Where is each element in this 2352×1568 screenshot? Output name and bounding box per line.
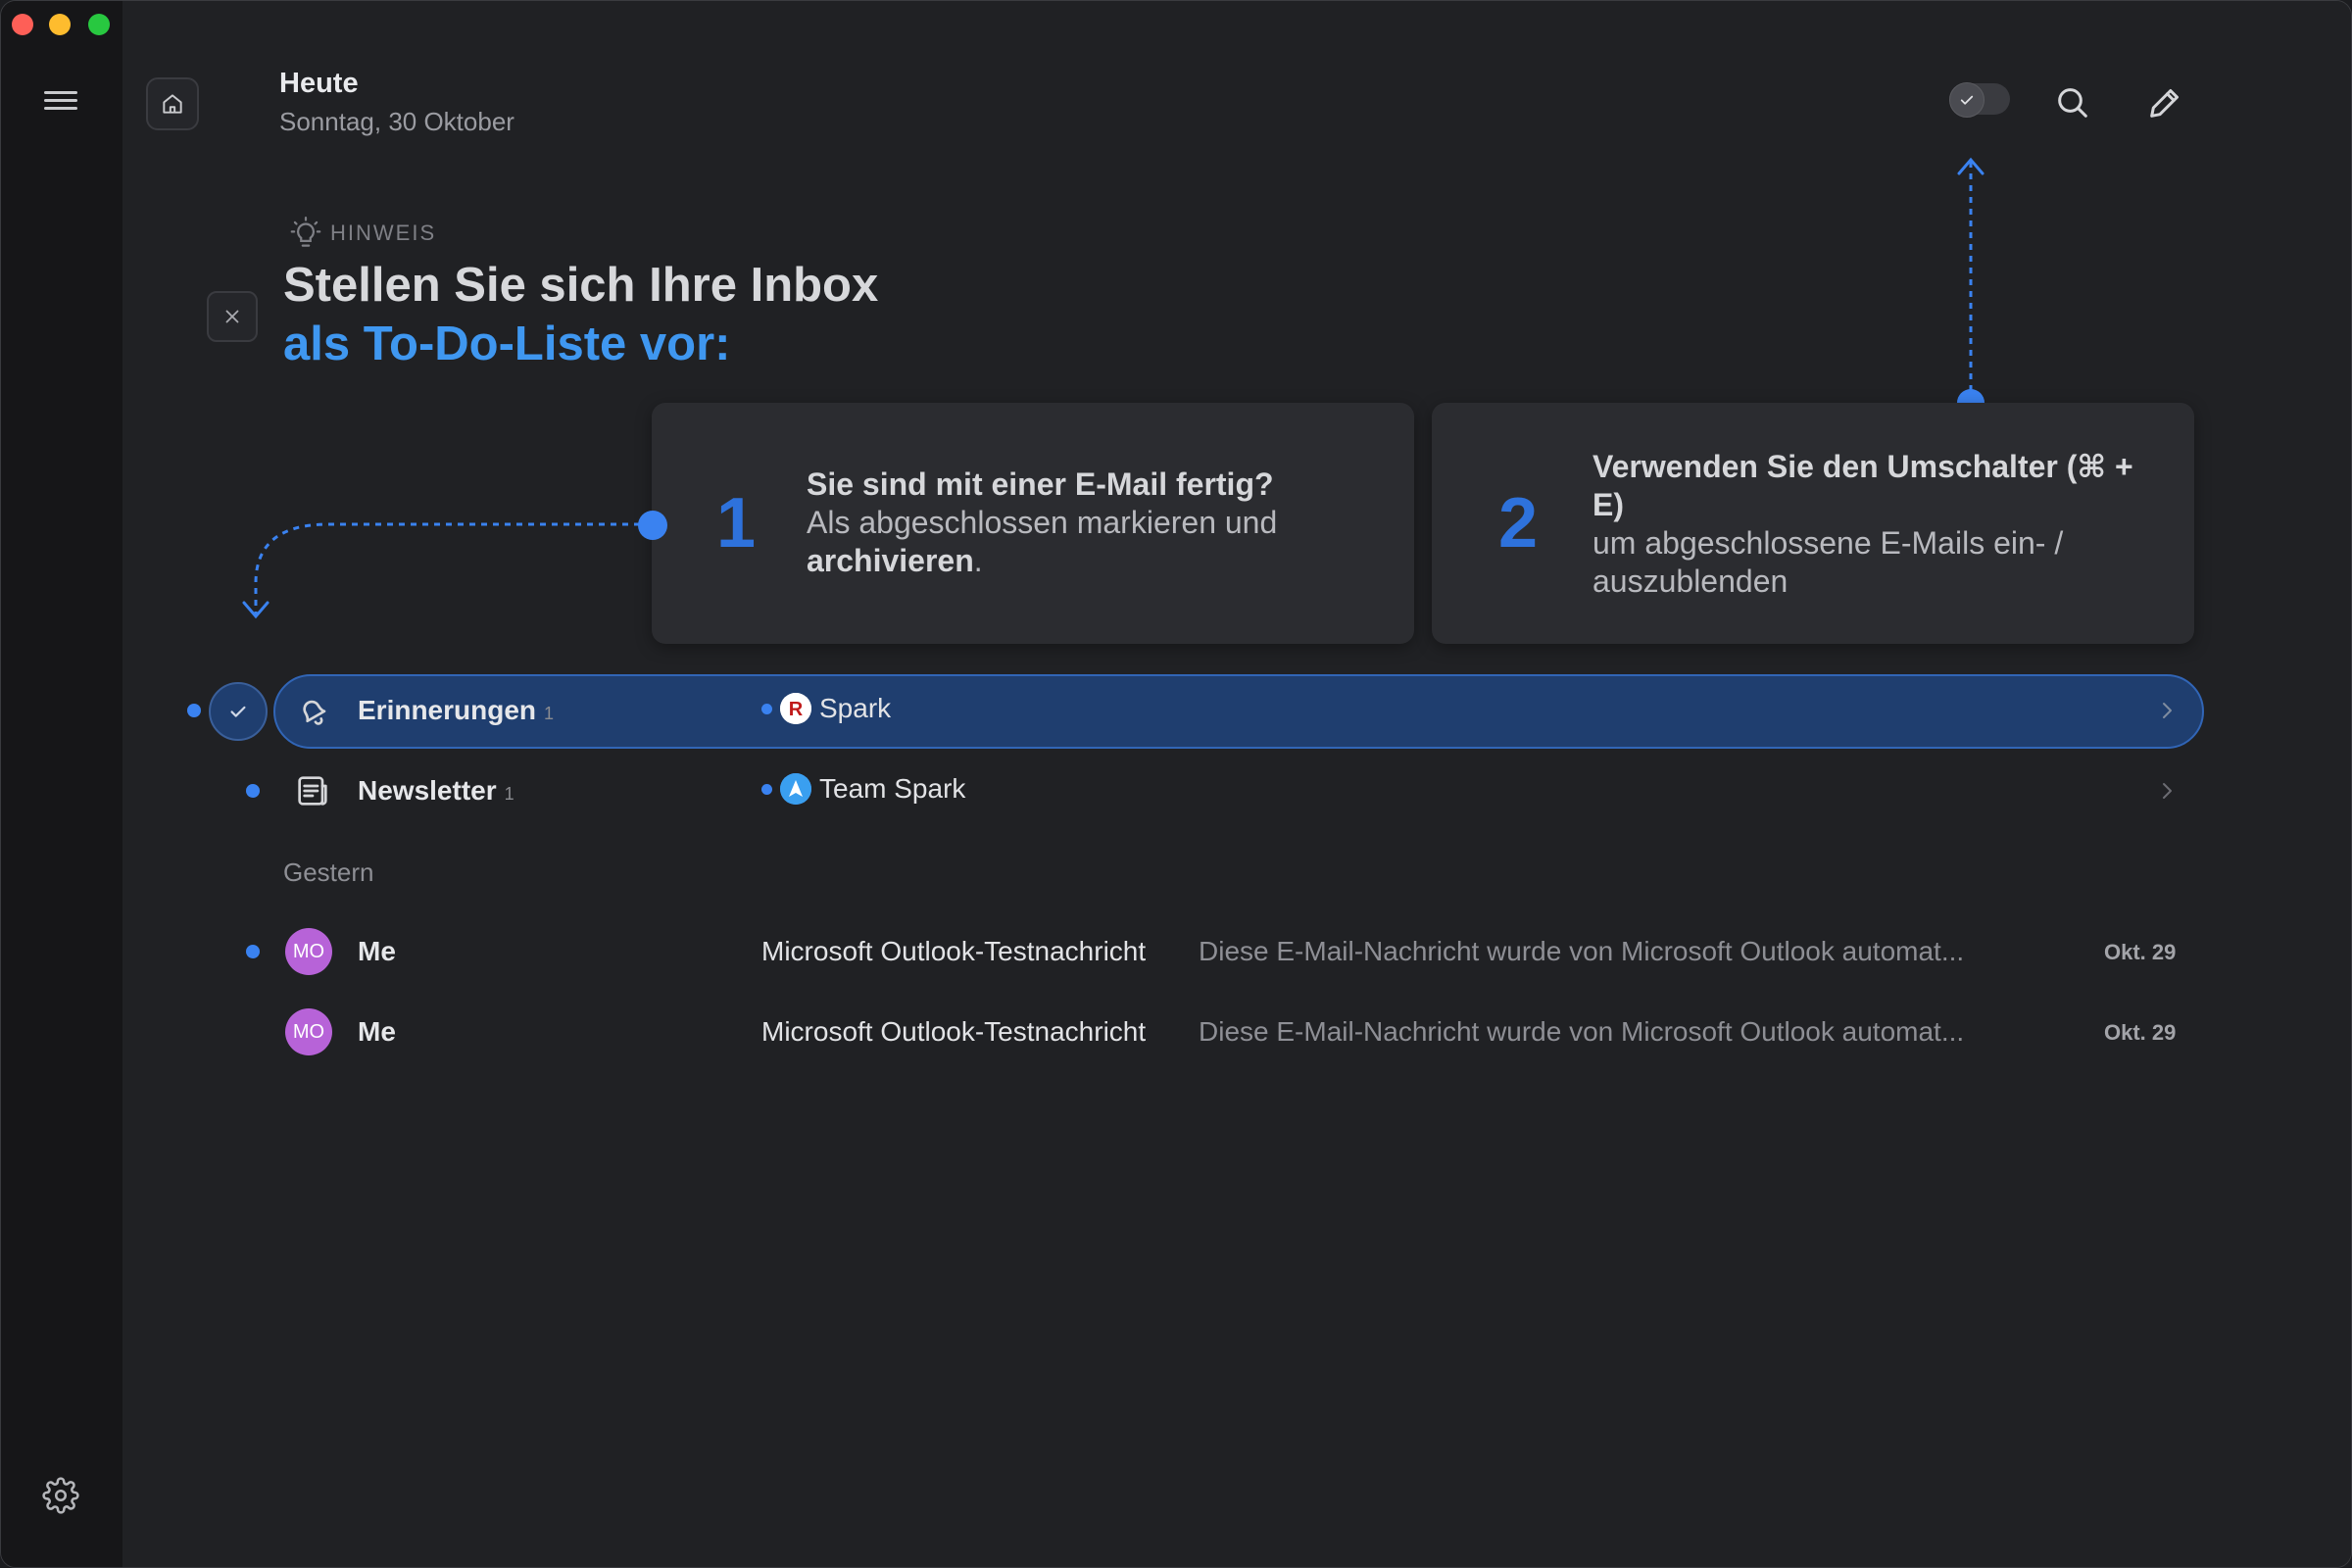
search-icon[interactable] [2053,83,2092,122]
unread-dot [761,783,772,795]
group-sender: Team Spark [761,773,965,805]
bell-icon [293,691,332,730]
close-icon [225,310,239,323]
avatar: MO [285,928,332,975]
mail-subject: Microsoft Outlook-Testnachricht [761,1016,1147,1047]
hint-title-highlight: als To-Do-Liste vor: [283,318,731,370]
hint-card-1: 1 Sie sind mit einer E-Mail fertig? Als … [652,403,1414,644]
check-icon [230,706,246,717]
close-window-button[interactable] [12,14,33,35]
mail-sender: Me [358,936,396,966]
mail-preview: Diese E-Mail-Nachricht wurde von Microso… [1199,936,1965,966]
page-date: Sonntag, 30 Oktober [279,107,514,136]
section-header: Gestern [283,858,374,887]
compose-pen-icon[interactable] [2145,83,2184,122]
mail-preview: Diese E-Mail-Nachricht wurde von Microso… [1199,1016,1965,1047]
hint-label: HINWEIS [287,215,436,252]
minimize-window-button[interactable] [49,14,71,35]
hint-title: Stellen Sie sich Ihre Inbox [283,259,879,312]
zoom-window-button[interactable] [88,14,110,35]
main-panel: Heute Sonntag, 30 Oktober HINWEIS Stelle… [122,1,2351,1567]
group-name: Erinnerungen 1 [358,695,555,725]
unread-dot [761,703,772,714]
unread-dot [246,945,260,958]
mark-done-button[interactable] [209,682,268,741]
home-icon [163,94,182,114]
chevron-right-icon[interactable] [2155,699,2179,722]
newspaper-icon [293,771,332,810]
sidebar [1,1,122,1567]
hint-arrow-origin-dot [638,511,667,540]
svg-text:R: R [789,699,804,720]
show-done-toggle[interactable] [1949,82,2010,118]
sender-avatar [780,773,811,805]
chevron-right-icon[interactable] [2155,779,2179,803]
check-icon [1949,82,1984,118]
dismiss-hint-button[interactable] [207,291,258,342]
group-sender: R Spark [761,693,891,724]
app-window: Heute Sonntag, 30 Oktober HINWEIS Stelle… [0,0,2352,1568]
unread-dot [187,704,201,717]
mail-date: Okt. 29 [2104,940,2177,964]
settings-gear-icon[interactable] [42,1477,79,1514]
mail-date: Okt. 29 [2104,1020,2177,1045]
avatar: MO [285,1008,332,1055]
hamburger-menu-icon[interactable] [44,91,77,117]
page-title: Heute [279,68,359,99]
group-row-reminders[interactable] [273,674,2204,749]
group-name: Newsletter 1 [358,775,514,806]
hint-card-2: 2 Verwenden Sie den Umschalter (⌘ + E) u… [1432,403,2194,644]
mail-subject: Microsoft Outlook-Testnachricht [761,936,1147,966]
home-button[interactable] [146,77,199,130]
lightbulb-icon [290,217,321,247]
hint-arrow-up [1957,157,1984,416]
hint-arrow-down [242,522,652,619]
mail-sender: Me [358,1016,396,1047]
sender-avatar: R [780,693,811,724]
